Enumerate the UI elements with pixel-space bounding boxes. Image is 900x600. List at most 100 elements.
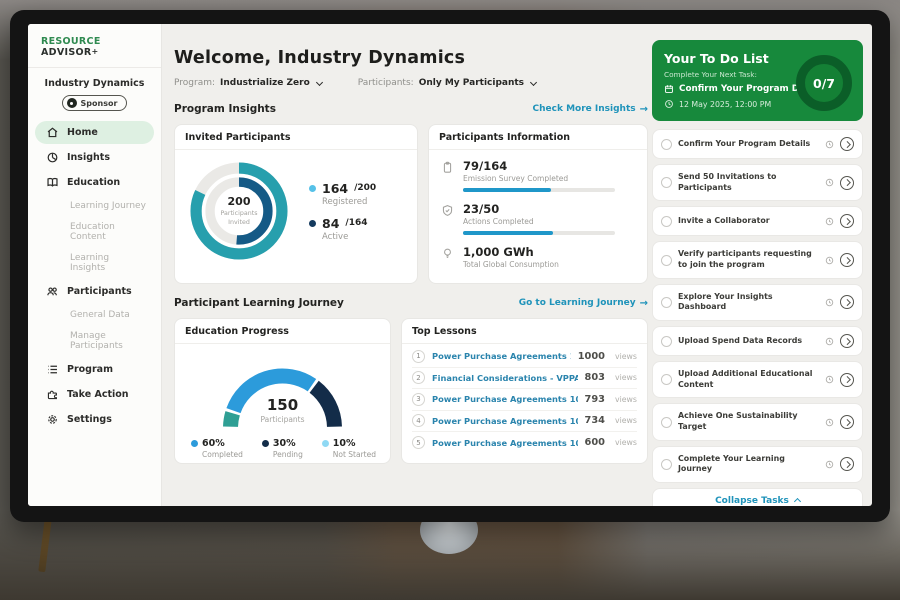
clock-icon	[825, 375, 834, 384]
chevron-right-button[interactable]	[840, 373, 854, 387]
collapse-label: Collapse Tasks	[715, 496, 789, 506]
task-label: Send 50 Invitations to Participants	[678, 172, 819, 193]
task-complete-learning-journey[interactable]: Complete Your Learning Journey	[652, 446, 863, 483]
task-label: Verify participants requesting to join t…	[678, 249, 819, 270]
legend-dot	[191, 440, 198, 447]
task-explore-insights[interactable]: Explore Your Insights Dashboard	[652, 284, 863, 321]
lesson-link[interactable]: Power Purchase Agreements 102	[432, 416, 578, 426]
progress-bar-track	[463, 188, 615, 192]
task-checkbox[interactable]	[661, 177, 672, 188]
progress-bar-fill	[463, 188, 551, 192]
program-insights-header: Program Insights Check More Insights →	[174, 103, 648, 115]
task-checkbox[interactable]	[661, 336, 672, 347]
task-label: Confirm Your Program Details	[678, 139, 819, 150]
legend-active: 84/164 Active	[309, 216, 376, 242]
sidebar-item-learning-insights[interactable]: Learning Insights	[35, 248, 154, 278]
legend-completed: 60% Completed	[191, 438, 243, 459]
check-more-insights-link[interactable]: Check More Insights →	[533, 104, 648, 115]
todo-panel: Your To Do List Complete Your Next Task:…	[652, 40, 863, 506]
chevron-right-button[interactable]	[840, 334, 854, 348]
legend-label: Active	[322, 232, 376, 242]
clock-icon	[825, 178, 834, 187]
sponsor-badge[interactable]: Sponsor	[62, 95, 128, 111]
task-checkbox[interactable]	[661, 139, 672, 150]
sidebar-item-education[interactable]: Education	[35, 171, 154, 194]
lesson-link[interactable]: Power Purchase Agreements 101	[432, 394, 578, 404]
sidebar-item-manage-participants[interactable]: Manage Participants	[35, 326, 154, 356]
task-verify-participants[interactable]: Verify participants requesting to join t…	[652, 241, 863, 278]
chevron-right-button[interactable]	[840, 415, 854, 429]
program-label: Program:	[174, 78, 215, 88]
card-title: Participants Information	[429, 125, 647, 150]
lesson-link[interactable]: Power Purchase Agreements 103	[432, 438, 578, 448]
stat-global-consumption: 1,000 GWh Total Global Consumption	[441, 245, 635, 269]
lesson-views: 600	[585, 437, 605, 448]
task-checkbox[interactable]	[661, 216, 672, 227]
chevron-right-button[interactable]	[840, 176, 854, 190]
task-checkbox[interactable]	[661, 374, 672, 385]
task-invite-collaborator[interactable]: Invite a Collaborator	[652, 206, 863, 236]
task-label: Invite a Collaborator	[678, 216, 819, 227]
sidebar-item-take-action[interactable]: Take Action	[35, 383, 154, 406]
insights-icon	[46, 151, 59, 164]
todo-header-card: Your To Do List Complete Your Next Task:…	[652, 40, 863, 121]
views-suffix: views	[615, 395, 637, 404]
task-confirm-program[interactable]: Confirm Your Program Details	[652, 129, 863, 159]
sidebar-item-education-content[interactable]: Education Content	[35, 217, 154, 247]
sidebar-item-label: Take Action	[67, 389, 129, 400]
sidebar-item-insights[interactable]: Insights	[35, 146, 154, 169]
todo-due-date: 12 May 2025, 12:00 PM	[679, 100, 771, 109]
participants-dropdown[interactable]: Participants: Only My Participants	[358, 78, 536, 88]
link-label: Go to Learning Journey	[519, 298, 636, 308]
lesson-rank: 3	[412, 393, 425, 406]
chevron-right-button[interactable]	[840, 295, 854, 309]
filters-row: Program: Industrialize Zero Participants…	[174, 78, 648, 88]
program-dropdown[interactable]: Program: Industrialize Zero	[174, 78, 322, 88]
task-checkbox[interactable]	[661, 255, 672, 266]
sidebar-item-general-data[interactable]: General Data	[35, 305, 154, 325]
lesson-rank: 5	[412, 436, 425, 449]
chevron-right-button[interactable]	[840, 253, 854, 267]
legend-label: Not Started	[333, 450, 376, 459]
participants-information-card: Participants Information 79/164 Emission…	[428, 124, 648, 284]
monitor-bezel: RESOURCE ADVISOR+ Industry Dynamics Spon…	[10, 10, 890, 522]
lesson-link[interactable]: Financial Considerations - VPPAs	[432, 373, 578, 383]
invited-participants-card: Invited Participants 200 Participants In…	[174, 124, 418, 284]
stats-list: 79/164 Emission Survey Completed 23/50 A…	[429, 150, 647, 269]
clock-icon	[825, 298, 834, 307]
collapse-tasks-link[interactable]: Collapse Tasks	[652, 488, 863, 506]
sidebar-item-program[interactable]: Program	[35, 358, 154, 381]
top-lessons-card: Top Lessons 1 Power Purchase Agreements …	[401, 318, 648, 464]
sidebar-item-participants[interactable]: Participants	[35, 280, 154, 303]
task-checkbox[interactable]	[661, 459, 672, 470]
stat-emission-survey: 79/164 Emission Survey Completed	[441, 159, 635, 192]
go-to-learning-journey-link[interactable]: Go to Learning Journey →	[519, 298, 648, 309]
clock-icon	[664, 99, 674, 109]
task-upload-spend-data[interactable]: Upload Spend Data Records	[652, 326, 863, 356]
participants-label: Participants:	[358, 78, 414, 88]
sidebar-item-settings[interactable]: Settings	[35, 408, 154, 431]
home-icon	[46, 126, 59, 139]
lesson-row: 1 Power Purchase Agreements 101 1000 vie…	[412, 346, 637, 368]
sidebar-item-learning-journey[interactable]: Learning Journey	[35, 196, 154, 216]
participants-icon	[46, 285, 59, 298]
chevron-right-button[interactable]	[840, 137, 854, 151]
lesson-rank: 4	[412, 414, 425, 427]
page-title: Welcome, Industry Dynamics	[174, 48, 648, 68]
task-label: Complete Your Learning Journey	[678, 454, 819, 475]
chevron-right-button[interactable]	[840, 214, 854, 228]
task-checkbox[interactable]	[661, 417, 672, 428]
sidebar-item-label: Insights	[67, 152, 110, 163]
task-upload-educational-content[interactable]: Upload Additional Educational Content	[652, 361, 863, 398]
task-label: Upload Spend Data Records	[678, 336, 819, 347]
lesson-link[interactable]: Power Purchase Agreements 101	[432, 351, 571, 361]
calendar-icon	[664, 84, 674, 94]
task-checkbox[interactable]	[661, 297, 672, 308]
task-send-invitations[interactable]: Send 50 Invitations to Participants	[652, 164, 863, 201]
lesson-views: 734	[585, 415, 605, 426]
todo-progress-badge: 0/7	[796, 55, 852, 111]
sidebar-item-home[interactable]: Home	[35, 121, 154, 144]
chevron-right-button[interactable]	[840, 457, 854, 471]
sponsor-badge-icon	[67, 98, 77, 108]
task-achieve-target[interactable]: Achieve One Sustainability Target	[652, 403, 863, 440]
